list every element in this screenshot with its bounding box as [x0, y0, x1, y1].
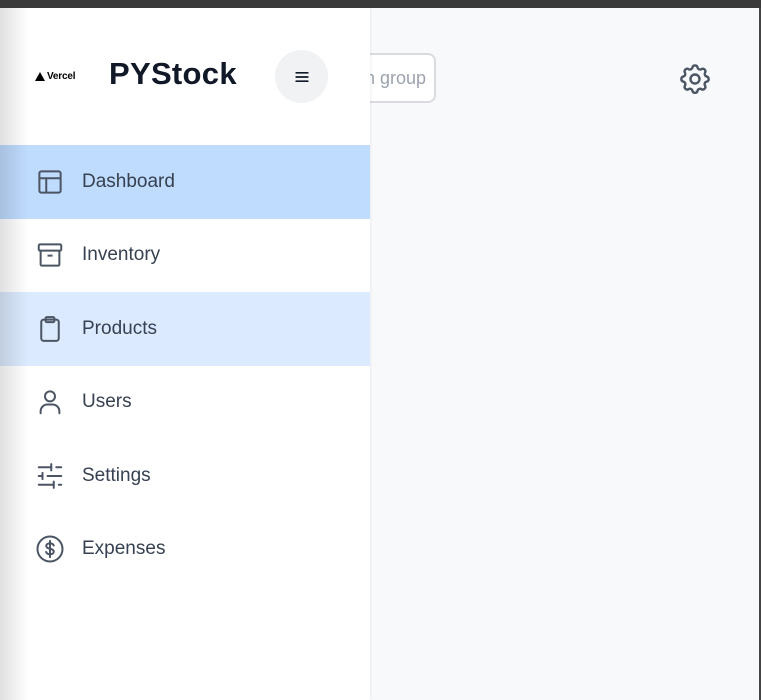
sidebar-item-settings[interactable]: Settings [0, 439, 370, 513]
layout-icon [38, 170, 62, 194]
sidebar-item-users[interactable]: Users [0, 366, 370, 440]
sidebar-item-dashboard[interactable]: Dashboard [0, 145, 370, 219]
sidebar-item-label: Settings [82, 464, 151, 486]
sidebar-item-products[interactable]: Products [0, 292, 370, 366]
sliders-icon [37, 462, 63, 489]
gear-icon[interactable] [677, 61, 713, 97]
sidebar-item-inventory[interactable]: Inventory [0, 219, 370, 293]
sidebar-nav: Dashboard Inventory Products Users Setti… [0, 145, 370, 586]
sidebar-item-label: Products [82, 317, 157, 339]
menu-toggle-button[interactable] [275, 50, 328, 103]
archive-icon [37, 243, 63, 267]
app-title: PYStock [109, 56, 237, 91]
hamburger-icon [294, 71, 309, 82]
sidebar-item-expenses[interactable]: Expenses [0, 513, 370, 587]
logo-text: Vercel [47, 70, 76, 82]
sidebar-item-label: Users [82, 391, 132, 413]
vercel-triangle-icon [35, 71, 45, 81]
clipboard-icon [40, 315, 60, 342]
vercel-logo: Vercel [35, 70, 79, 82]
window-top-bar [0, 0, 761, 8]
sidebar-item-label: Dashboard [82, 170, 175, 192]
user-icon [39, 390, 61, 415]
sidebar-item-label: Inventory [82, 244, 161, 266]
sidebar-item-label: Expenses [82, 538, 166, 560]
dollar-circle-icon [36, 535, 64, 563]
sidebar: Vercel PYStock Dashboard Inventory Produ… [0, 8, 370, 700]
